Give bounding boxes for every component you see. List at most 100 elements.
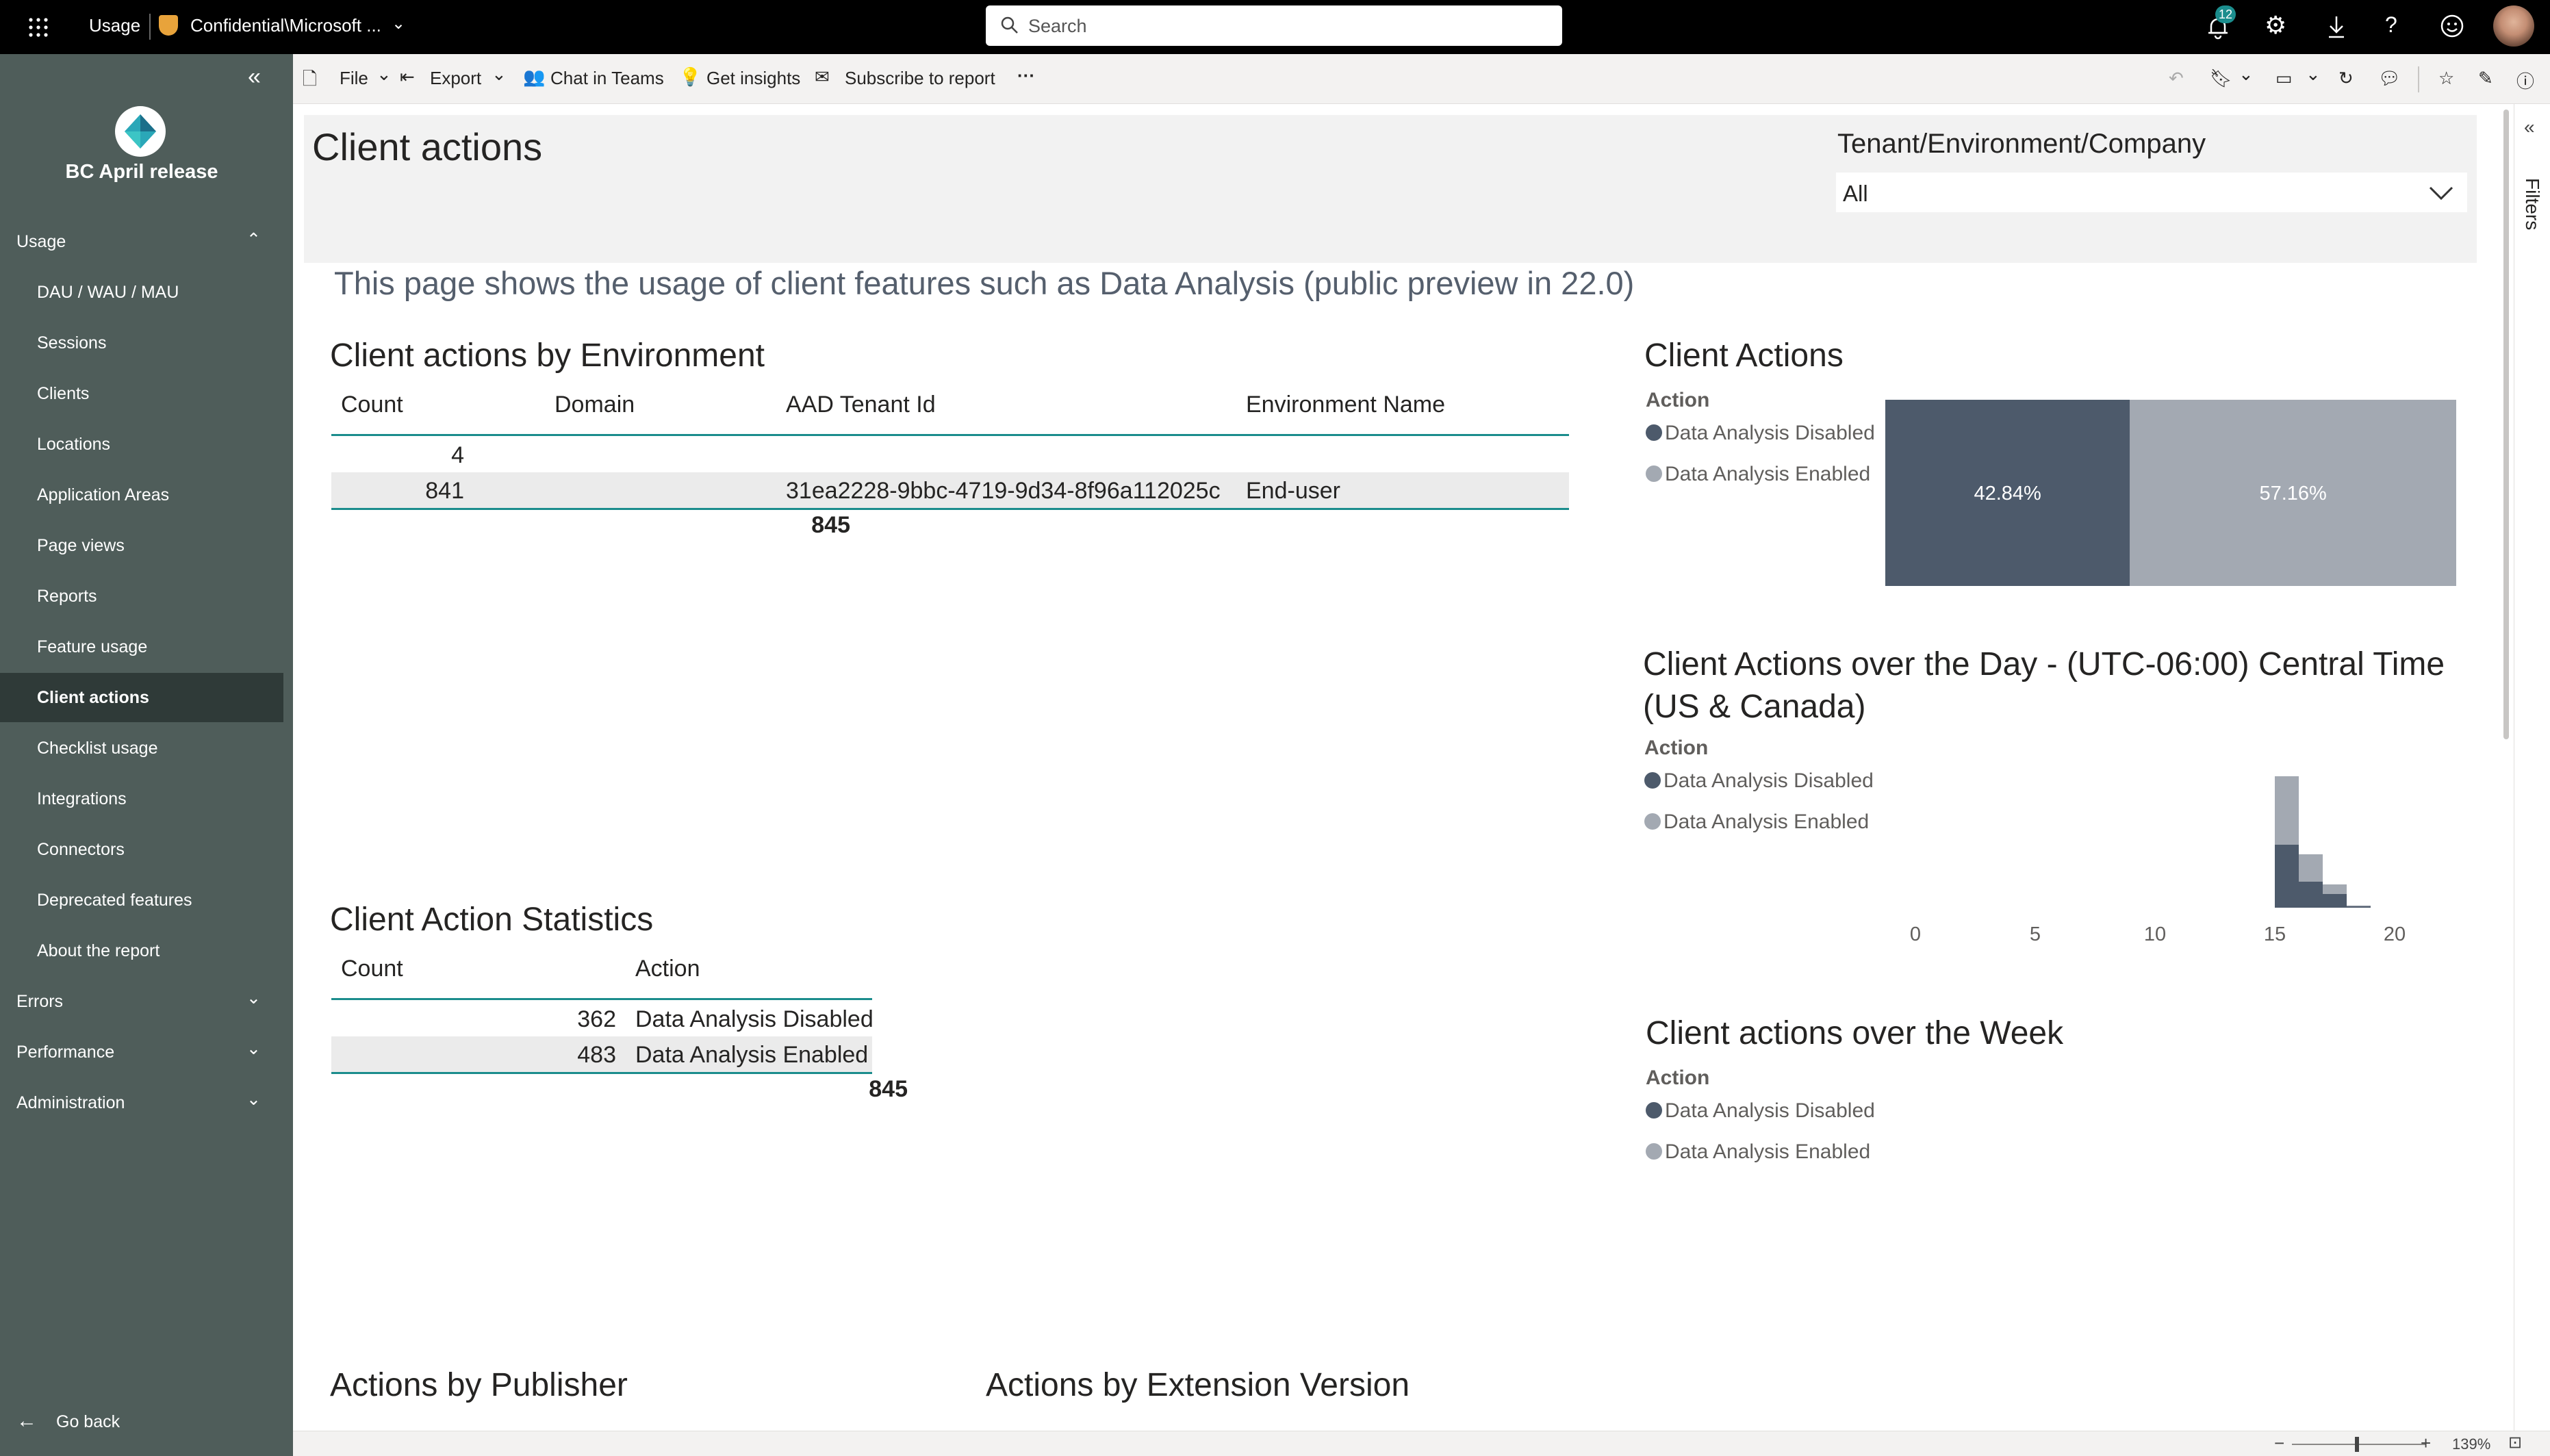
legend-label: Data Analysis Disabled <box>1663 769 1874 792</box>
zoom-slider-thumb[interactable] <box>2355 1437 2359 1452</box>
legend-dot <box>1646 1143 1662 1160</box>
legend-item-enabled[interactable]: Data Analysis Enabled <box>1646 463 1870 486</box>
nav-item-dau[interactable]: DAU / WAU / MAU <box>0 268 283 317</box>
comment-icon[interactable]: 💬︎ <box>2378 68 2401 89</box>
filters-label[interactable]: Filters <box>2521 178 2543 230</box>
environment-slicer[interactable]: All <box>1836 173 2467 212</box>
chat-in-teams-button[interactable]: 👥 Chat in Teams <box>523 66 668 91</box>
count-cell: 483 <box>577 1042 616 1068</box>
legend-item-disabled[interactable]: Data Analysis Disabled <box>1644 769 1874 793</box>
favorite-icon[interactable]: ☆ <box>2438 68 2454 89</box>
subscribe-button[interactable]: ✉ Subscribe to report <box>815 66 1013 91</box>
go-back-label: Go back <box>56 1412 120 1431</box>
day-bar-disabled[interactable] <box>2347 906 2371 908</box>
nav-item-page-views[interactable]: Page views <box>0 521 283 570</box>
nav-item-integrations[interactable]: Integrations <box>0 774 283 823</box>
chevron-down-icon[interactable]: ⌄ <box>2306 64 2321 85</box>
day-bar-disabled[interactable] <box>2299 882 2323 908</box>
vertical-scrollbar[interactable] <box>2500 104 2514 1431</box>
nav-item-about[interactable]: About the report <box>0 926 283 975</box>
undo-icon[interactable]: ↶ <box>2169 68 2184 89</box>
nav-item-client-actions[interactable]: Client actions <box>0 673 283 722</box>
nav-section-performance[interactable]: Performance ⌄ <box>0 1027 283 1077</box>
workspace-name[interactable]: Confidential\Microsoft ... <box>190 15 381 36</box>
expand-filters-icon[interactable]: « <box>2524 116 2535 138</box>
stats-table-title: Client Action Statistics <box>330 902 654 938</box>
avatar[interactable] <box>2493 5 2534 47</box>
legend-dot <box>1646 424 1662 441</box>
scrollbar-thumb[interactable] <box>2503 110 2509 739</box>
column-header[interactable]: Action <box>635 956 700 982</box>
app-launcher-icon[interactable] <box>27 16 49 38</box>
zoom-in-button[interactable]: + <box>2421 1433 2431 1454</box>
filters-pane[interactable]: « Filters <box>2514 104 2550 1431</box>
legend-item-disabled[interactable]: Data Analysis Disabled <box>1646 1099 1875 1123</box>
nav-item-application-areas[interactable]: Application Areas <box>0 470 283 520</box>
search-input[interactable]: Search <box>986 5 1562 46</box>
legend-item-enabled[interactable]: Data Analysis Enabled <box>1644 810 1869 834</box>
day-bar-enabled[interactable] <box>2299 854 2323 882</box>
refresh-icon[interactable]: ↻ <box>2338 68 2354 89</box>
column-header[interactable]: Count <box>341 392 403 418</box>
column-header[interactable]: Domain <box>554 392 635 418</box>
view-icon[interactable]: ▭ <box>2275 68 2293 89</box>
chevron-down-icon[interactable]: ⌄ <box>2239 64 2254 85</box>
settings-icon[interactable]: ⚙ <box>2265 11 2286 40</box>
legend-title: Action <box>1644 737 1709 759</box>
header-rule <box>331 434 1569 436</box>
info-icon[interactable]: ⓘ <box>2516 68 2534 93</box>
total-cell: 845 <box>869 1076 908 1102</box>
report-title: BC April release <box>65 161 218 183</box>
nav-item-reports[interactable]: Reports <box>0 572 283 621</box>
notification-badge: 12 <box>2215 5 2236 23</box>
chevron-down-icon[interactable]: ⌄ <box>392 14 405 34</box>
edit-icon[interactable]: ✎ <box>2478 68 2493 89</box>
nav-item-deprecated-features[interactable]: Deprecated features <box>0 876 283 925</box>
file-menu[interactable]: 🗋 File ⌄ <box>303 64 398 91</box>
table-row[interactable]: 362 Data Analysis Disabled <box>331 1001 873 1036</box>
nav-item-locations[interactable]: Locations <box>0 420 283 469</box>
day-bar-disabled[interactable] <box>2275 845 2299 908</box>
nav-item-feature-usage[interactable]: Feature usage <box>0 622 283 672</box>
column-header[interactable]: Count <box>341 956 403 982</box>
nav-item-checklist-usage[interactable]: Checklist usage <box>0 724 283 773</box>
table-row[interactable]: 841 31ea2228-9bbc-4719-9d34-8f96a112025c… <box>331 472 1569 508</box>
bookmark-icon[interactable]: 🔖︎ <box>2210 68 2232 89</box>
app-name[interactable]: Usage <box>89 15 140 36</box>
day-bar-disabled[interactable] <box>2323 894 2347 908</box>
nav-item-connectors[interactable]: Connectors <box>0 825 283 874</box>
table-row[interactable]: 483 Data Analysis Enabled <box>331 1036 872 1072</box>
nav-section-usage[interactable]: Usage ⌃ <box>0 217 283 266</box>
go-back-button[interactable]: ← Go back <box>0 1397 283 1446</box>
day-bar-enabled[interactable] <box>2323 884 2347 894</box>
legend-item-enabled[interactable]: Data Analysis Enabled <box>1646 1140 1870 1164</box>
zoom-slider[interactable] <box>2292 1444 2426 1445</box>
search-placeholder: Search <box>1028 16 1087 36</box>
client-actions-chart: 42.84% 57.16% <box>1885 400 2456 586</box>
feedback-icon[interactable] <box>2440 14 2464 38</box>
legend-item-disabled[interactable]: Data Analysis Disabled <box>1646 422 1875 445</box>
help-icon[interactable]: ? <box>2385 12 2397 38</box>
column-header[interactable]: Environment Name <box>1246 392 1445 418</box>
legend-title: Action <box>1646 389 1710 411</box>
chevron-down-icon: ⌄ <box>246 1039 261 1058</box>
get-insights-label: Get insights <box>706 68 801 88</box>
collapse-nav-icon[interactable]: « <box>248 64 261 90</box>
column-header[interactable]: AAD Tenant Id <box>786 392 936 418</box>
download-icon[interactable] <box>2325 14 2348 40</box>
nav-item-sessions[interactable]: Sessions <box>0 318 283 368</box>
data-label: 57.16% <box>2259 483 2326 505</box>
fit-to-page-icon[interactable]: ⊡ <box>2508 1433 2522 1453</box>
zoom-out-button[interactable]: − <box>2274 1433 2284 1454</box>
nav-section-errors[interactable]: Errors ⌄ <box>0 977 283 1026</box>
nav-section-administration[interactable]: Administration ⌄ <box>0 1078 283 1127</box>
nav-item-label: Clients <box>37 384 90 403</box>
get-insights-button[interactable]: 💡 Get insights <box>679 66 809 91</box>
table-row[interactable]: 4 <box>331 437 1569 472</box>
chevron-up-icon: ⌃ <box>246 230 261 249</box>
subscribe-icon: ✉ <box>815 66 830 87</box>
nav-item-clients[interactable]: Clients <box>0 369 283 418</box>
more-options-icon[interactable]: ··· <box>1017 65 1035 86</box>
day-bar-enabled[interactable] <box>2275 776 2299 845</box>
export-menu[interactable]: ⇤ Export ⌄ <box>400 64 509 91</box>
